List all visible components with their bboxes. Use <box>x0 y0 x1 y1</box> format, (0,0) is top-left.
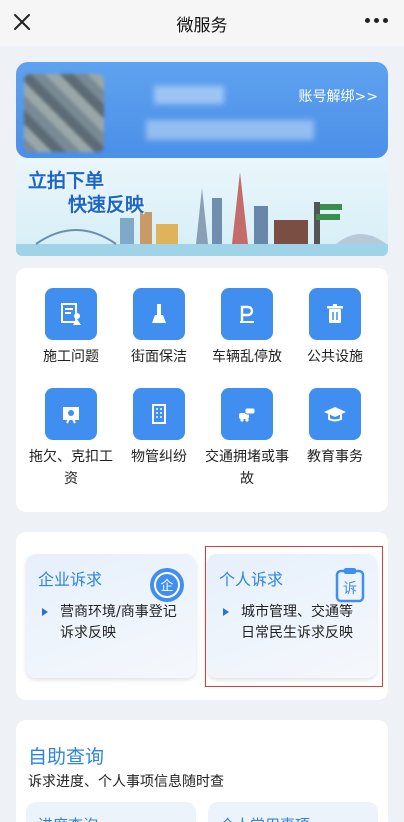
self-service-section: 自助查询 诉求进度、个人事项信息随时查 进度查询 个人常用事项 <box>16 720 388 822</box>
blurred-username <box>154 86 224 104</box>
category-unpaid-wages[interactable]: 拖欠、克扣工资 <box>28 388 114 490</box>
bullet-triangle-icon <box>42 608 48 616</box>
selection-highlight-box <box>205 546 383 687</box>
button-label: 进度查询 <box>38 814 98 822</box>
appeal-section: 企业诉求 企 营商环境/商事登记诉求反映 个人诉求 诉 城市管理、交通等日常民生… <box>16 532 388 700</box>
graduation-cap-icon <box>309 388 361 440</box>
banner-slogan-2: 快速反映 <box>68 194 145 216</box>
category-traffic[interactable]: 交通拥堵或事故 <box>204 388 290 490</box>
car-collision-icon <box>221 388 273 440</box>
category-construction[interactable]: 施工问题 <box>28 288 114 368</box>
broom-icon <box>133 288 185 340</box>
enterprise-appeal-card[interactable]: 企业诉求 企 营商环境/商事登记诉求反映 <box>26 554 196 678</box>
construction-worker-icon <box>45 288 97 340</box>
category-label: 拖欠、克扣工资 <box>29 449 113 487</box>
appeal-title: 企业诉求 <box>38 570 103 589</box>
category-label: 物管纠纷 <box>131 449 187 465</box>
enterprise-badge-icon: 企 <box>150 568 184 602</box>
category-label: 公共设施 <box>307 349 363 365</box>
unbind-account-link[interactable]: 账号解绑>> <box>299 86 378 106</box>
category-label: 街面保洁 <box>131 349 187 365</box>
close-icon[interactable] <box>10 10 34 34</box>
category-label: 施工问题 <box>43 349 99 365</box>
wage-certificate-icon <box>45 388 97 440</box>
category-label: 教育事务 <box>307 449 363 465</box>
appeal-description: 营商环境/商事登记诉求反映 <box>60 604 177 641</box>
progress-query-button[interactable]: 进度查询 <box>26 802 196 822</box>
category-label: 车辆乱停放 <box>212 349 282 365</box>
banner[interactable]: 立拍下单 快速反映 <box>16 158 388 256</box>
page-title: 微服务 <box>176 15 228 36</box>
avatar <box>24 74 104 152</box>
category-property-dispute[interactable]: 物管纠纷 <box>116 388 202 468</box>
svg-text:企: 企 <box>160 578 173 594</box>
category-education[interactable]: 教育事务 <box>292 388 378 468</box>
category-street-cleaning[interactable]: 街面保洁 <box>116 288 202 368</box>
blurred-account-id <box>146 120 314 140</box>
category-grid: 施工问题 街面保洁 车辆乱停放 公共设施 拖欠、克扣工资 物管纠纷 交通拥堵或事… <box>16 268 388 512</box>
profile-card: 账号解绑>> <box>16 62 388 158</box>
banner-slogan-1: 立拍下单 <box>28 170 105 192</box>
building-icon <box>133 388 185 440</box>
category-parking[interactable]: 车辆乱停放 <box>204 288 290 368</box>
section-subtitle: 诉求进度、个人事项信息随时查 <box>28 774 224 790</box>
personal-items-button[interactable]: 个人常用事项 <box>208 802 378 822</box>
button-label: 个人常用事项 <box>220 814 310 822</box>
section-title: 自助查询 <box>28 746 105 768</box>
trash-bin-icon <box>309 288 361 340</box>
category-label: 交通拥堵或事故 <box>205 449 289 487</box>
parking-icon <box>221 288 273 340</box>
more-options-icon[interactable] <box>365 18 388 23</box>
category-public-facilities[interactable]: 公共设施 <box>292 288 378 368</box>
top-bar: 微服务 <box>0 0 404 46</box>
